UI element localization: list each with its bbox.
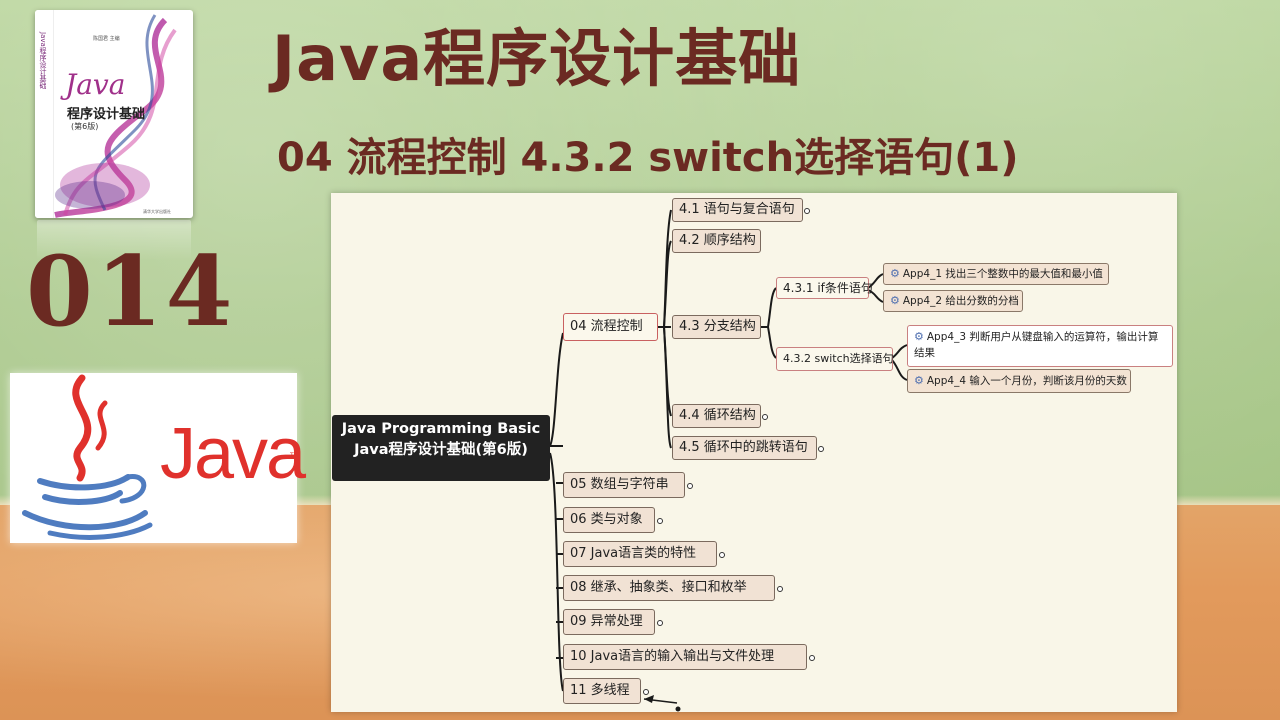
chapter-04-node[interactable]: 04 流程控制 [563, 313, 658, 341]
section-4-3-label: 4.3 分支结构 [679, 319, 756, 334]
root-label-cn: Java程序设计基础(第6版) [354, 442, 528, 458]
chapter-07-node[interactable]: 07 Java语言类的特性 [563, 541, 717, 567]
java-logo: Java TM [10, 373, 306, 543]
section-4-4-node[interactable]: 4.4 循环结构 [672, 404, 761, 428]
episode-number: 014 [26, 235, 236, 348]
chapter-06-node[interactable]: 06 类与对象 [563, 507, 655, 533]
java-coffee-cup-icon [22, 374, 153, 540]
page-subtitle: 04 流程控制 4.3.2 switch选择语句(1) [277, 135, 1019, 181]
book-edition: (第6版) [71, 122, 99, 131]
chapter-10-label: 10 Java语言的输入输出与文件处理 [570, 649, 775, 664]
chapter-11-label: 11 多线程 [570, 683, 630, 698]
chapter-07-expander[interactable] [719, 552, 725, 558]
book-cover: Java程序设计基础 陈国君 主编 Java 程序设计基础 (第6版) 清华大学… [35, 10, 193, 218]
chapter-08-label: 08 继承、抽象类、接口和枚举 [570, 580, 747, 595]
app4-4-label: App4_4 输入一个月份，判断该月份的天数 [926, 375, 1127, 387]
java-logo-text: Java [160, 414, 306, 494]
chapter-09-expander[interactable] [657, 620, 663, 626]
chapter-05-node[interactable]: 05 数组与字符串 [563, 472, 685, 498]
book-java-logo: Java [65, 68, 126, 101]
chapter-11-node[interactable]: 11 多线程 [563, 678, 641, 704]
chapter-10-expander[interactable] [809, 655, 815, 661]
section-4-1-label: 4.1 语句与复合语句 [679, 202, 795, 217]
chapter-08-node[interactable]: 08 继承、抽象类、接口和枚举 [563, 575, 775, 601]
chapter-11-expander[interactable] [643, 689, 649, 695]
chapter-06-label: 06 类与对象 [570, 512, 643, 527]
page-title: Java程序设计基础 [272, 22, 802, 95]
book-publisher: 清华大学出版社 [143, 209, 171, 214]
app4-3-node[interactable]: ⚙ App4_3 判断用户从键盘输入的运算符，输出计算结果 [907, 325, 1173, 367]
section-4-2-node[interactable]: 4.2 顺序结构 [672, 229, 761, 253]
section-4-1-expander[interactable] [804, 208, 810, 214]
chapter-05-expander[interactable] [687, 483, 693, 489]
section-4-3-node[interactable]: 4.3 分支结构 [672, 315, 761, 339]
section-4-4-expander[interactable] [762, 414, 768, 420]
chapter-06-expander[interactable] [657, 518, 663, 524]
subsection-4-3-1-label: 4.3.1 if条件语句 [783, 281, 873, 295]
section-4-2-label: 4.2 顺序结构 [679, 233, 756, 248]
book-spine-text: Java程序设计基础 [39, 32, 47, 89]
section-4-4-label: 4.4 循环结构 [679, 408, 756, 423]
mindmap-panel: Java Programming Basic Java程序设计基础(第6版) 0… [331, 193, 1177, 712]
chapter-05-label: 05 数组与字符串 [570, 477, 669, 492]
app4-2-node[interactable]: ⚙ App4_2 给出分数的分档 [883, 290, 1023, 312]
gear-icon: ⚙ [914, 330, 924, 343]
gear-icon: ⚙ [890, 294, 900, 307]
subsection-4-3-2-label: 4.3.2 switch选择语句 [783, 352, 894, 365]
chapter-08-expander[interactable] [777, 586, 783, 592]
section-4-5-node[interactable]: 4.5 循环中的跳转语句 [672, 436, 817, 460]
book-author: 陈国君 主编 [93, 36, 120, 42]
gear-icon: ⚙ [914, 374, 924, 387]
app4-3-label: App4_3 判断用户从键盘输入的运算符，输出计算结果 [914, 331, 1159, 359]
section-4-5-expander[interactable] [818, 446, 824, 452]
section-4-1-node[interactable]: 4.1 语句与复合语句 [672, 198, 803, 222]
mindmap-root-node[interactable]: Java Programming Basic Java程序设计基础(第6版) [332, 415, 550, 481]
chapter-07-label: 07 Java语言类的特性 [570, 546, 697, 561]
gear-icon: ⚙ [890, 267, 900, 280]
app4-1-label: App4_1 找出三个整数中的最大值和最小值 [902, 268, 1103, 280]
chapter-09-node[interactable]: 09 异常处理 [563, 609, 655, 635]
chapter-04-label: 04 流程控制 [570, 319, 643, 334]
app4-1-node[interactable]: ⚙ App4_1 找出三个整数中的最大值和最小值 [883, 263, 1109, 285]
book-title: 程序设计基础 [67, 107, 146, 122]
section-4-5-label: 4.5 循环中的跳转语句 [679, 440, 808, 455]
subsection-4-3-1-node[interactable]: 4.3.1 if条件语句 [776, 277, 873, 299]
app4-2-label: App4_2 给出分数的分档 [902, 295, 1019, 307]
root-label-en: Java Programming Basic [341, 421, 541, 437]
app4-4-node[interactable]: ⚙ App4_4 输入一个月份，判断该月份的天数 [907, 369, 1131, 393]
subsection-4-3-2-node[interactable]: 4.3.2 switch选择语句 [776, 347, 894, 371]
chapter-09-label: 09 异常处理 [570, 614, 643, 629]
java-logo-tm: TM [290, 452, 299, 459]
chapter-10-node[interactable]: 10 Java语言的输入输出与文件处理 [563, 644, 807, 670]
